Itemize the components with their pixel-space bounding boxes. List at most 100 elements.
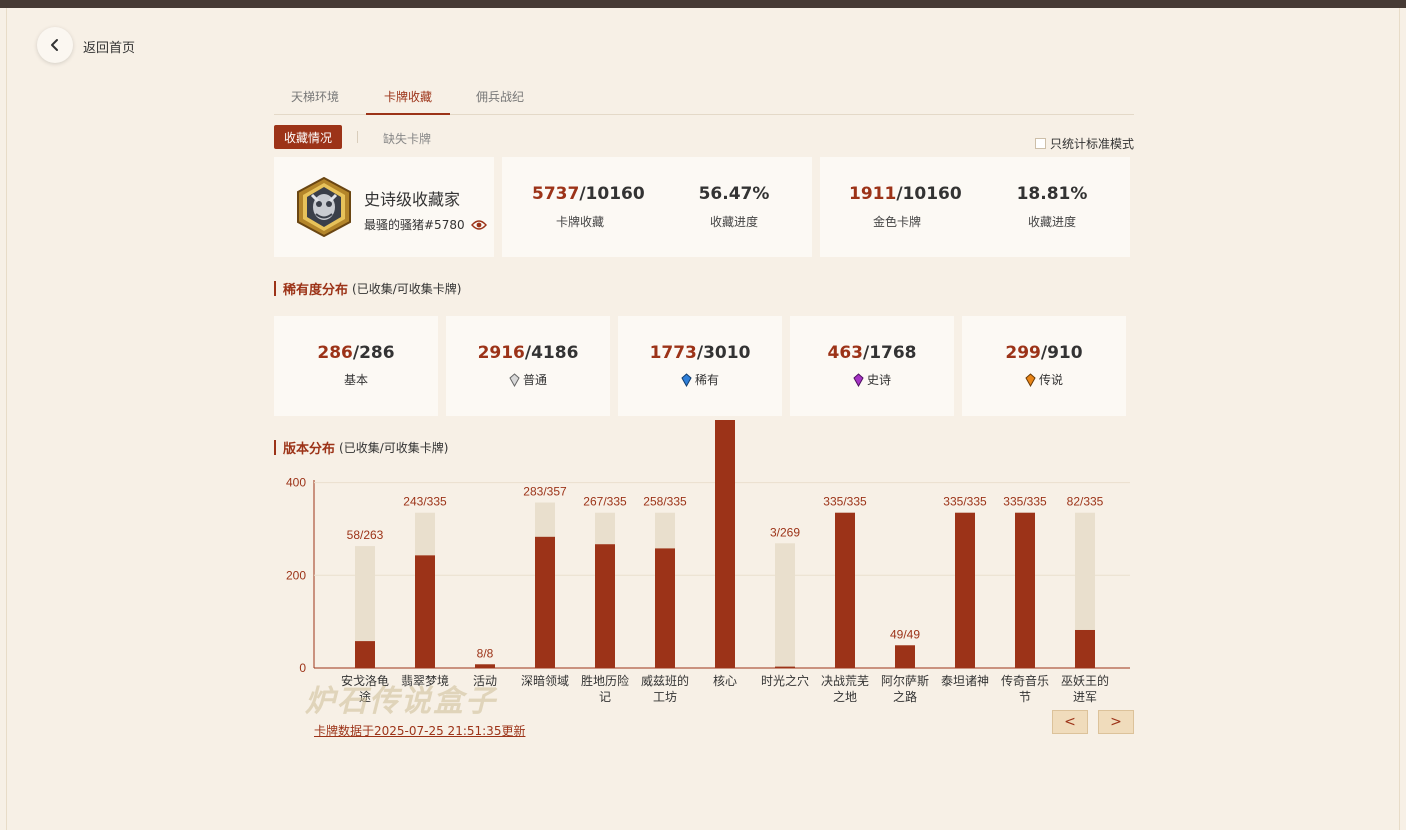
update-time-link[interactable]: 卡牌数据于2025-07-25 21:51:35更新 xyxy=(314,722,525,739)
standard-only-toggle[interactable]: 只统计标准模式 xyxy=(1035,135,1134,152)
bar-data-label: 258/335 xyxy=(643,495,687,509)
window-top-bar xyxy=(0,0,1406,8)
rarity-label: 史诗 xyxy=(866,373,891,387)
bar-collected xyxy=(475,664,495,668)
profile-card: 史诗级收藏家 最骚的骚猪#5780 xyxy=(274,157,494,257)
rarity-section-title: 稀有度分布 (已收集/可收集卡牌) xyxy=(274,279,461,298)
back-button[interactable] xyxy=(37,27,73,63)
rarity-subtitle: (已收集/可收集卡牌) xyxy=(352,282,462,296)
x-tick-label: 记 xyxy=(599,690,611,704)
rarity-total: /3010 xyxy=(696,343,751,363)
golden-progress-stat: 18.81% 收藏进度 xyxy=(1012,184,1092,230)
y-tick-label: 400 xyxy=(286,476,306,490)
prev-page-button[interactable]: < xyxy=(1052,710,1088,734)
x-tick-label: 决战荒芜 xyxy=(821,674,869,688)
rare-gem-icon xyxy=(681,372,692,387)
x-tick-label: 进军 xyxy=(1073,690,1097,704)
golden-count-label: 金色卡牌 xyxy=(872,215,921,229)
subtab-collection-status[interactable]: 收藏情况 xyxy=(274,125,342,149)
battletag: 最骚的骚猪#5780 xyxy=(364,218,465,232)
rarity-card-rare: 1773/3010 稀有 xyxy=(618,316,782,416)
subtab-divider xyxy=(357,131,358,143)
rarity-card-common: 2916/4186 普通 xyxy=(446,316,610,416)
bar-collected xyxy=(715,420,735,668)
golden-count-stat: 1911/10160 金色卡牌 xyxy=(849,184,962,230)
x-tick-label: 胜地历险 xyxy=(581,673,629,688)
card-progress-stat: 56.47% 收藏进度 xyxy=(694,184,774,230)
x-tick-label: 核心 xyxy=(713,674,737,688)
rarity-label: 基本 xyxy=(343,373,368,387)
bar-data-label: 335/335 xyxy=(823,495,867,509)
rarity-title: 稀有度分布 xyxy=(283,283,349,298)
tab-collection[interactable]: 卡牌收藏 xyxy=(366,88,451,115)
x-tick-label: 传奇音乐 xyxy=(1001,673,1049,688)
rarity-card-epic: 463/1768 史诗 xyxy=(790,316,954,416)
common-gem-icon xyxy=(509,372,520,387)
card-progress-value: 56.47% xyxy=(698,184,770,204)
section-accent-bar xyxy=(274,281,276,296)
x-tick-label: 威兹班的 xyxy=(641,673,689,688)
rarity-label: 普通 xyxy=(522,373,547,387)
bar-collected xyxy=(955,512,975,668)
golden-progress-label: 收藏进度 xyxy=(1027,215,1076,229)
bar-collected xyxy=(835,512,855,668)
x-tick-label: 之路 xyxy=(893,689,917,704)
tab-ladder[interactable]: 天梯环境 xyxy=(291,88,339,115)
golden-progress-value: 18.81% xyxy=(1016,184,1088,204)
next-page-button[interactable]: > xyxy=(1098,710,1134,734)
bar-data-label: 49/49 xyxy=(890,627,920,641)
bar-data-label: 267/335 xyxy=(583,495,627,509)
card-total-count: /10160 xyxy=(579,184,645,204)
rarity-collected: 299 xyxy=(1005,343,1041,363)
x-tick-label: 工坊 xyxy=(653,689,677,704)
epic-gem-icon xyxy=(853,372,864,387)
rarity-total: /4186 xyxy=(524,343,579,363)
bar-data-label: 8/8 xyxy=(477,646,494,660)
rarity-card-basic: 286/286 基本 xyxy=(274,316,438,416)
rarity-collected: 286 xyxy=(317,343,353,363)
rarity-collected: 2916 xyxy=(477,343,525,363)
rarity-label: 传说 xyxy=(1038,373,1063,387)
watermark-logo: 炉石传说盒子 xyxy=(305,684,497,719)
card-count-stat: 5737/10160 卡牌收藏 xyxy=(532,184,645,230)
bar-data-label: 82/335 xyxy=(1067,495,1104,509)
golden-collected-count: 1911 xyxy=(849,184,897,204)
eye-icon[interactable] xyxy=(470,219,487,231)
tab-mercenaries[interactable]: 佣兵战纪 xyxy=(476,88,524,115)
subtab-missing-cards[interactable]: 缺失卡牌 xyxy=(383,130,431,147)
collector-badge-icon xyxy=(296,176,352,238)
bar-collected xyxy=(1015,512,1035,668)
rarity-total: /1768 xyxy=(862,343,917,363)
rarity-collected: 1773 xyxy=(649,343,697,363)
battletag-row: 最骚的骚猪#5780 xyxy=(364,216,487,233)
golden-collection-summary: 1911/10160 金色卡牌 18.81% 收藏进度 xyxy=(820,157,1130,257)
x-tick-label: 之地 xyxy=(833,690,857,704)
collector-title: 史诗级收藏家 xyxy=(364,190,461,209)
standard-only-checkbox[interactable] xyxy=(1035,138,1046,149)
card-count-label: 卡牌收藏 xyxy=(555,215,604,229)
x-tick-label: 节 xyxy=(1019,690,1031,704)
rarity-label: 稀有 xyxy=(694,373,719,387)
bar-collected xyxy=(535,536,555,668)
bar-data-label: 335/335 xyxy=(1003,495,1047,509)
rarity-total: /910 xyxy=(1040,343,1083,363)
y-tick-label: 0 xyxy=(299,661,306,675)
bar-total xyxy=(775,543,795,668)
bar-data-label: 283/357 xyxy=(523,485,567,499)
set-distribution-chart: 020040058/263安戈洛龟途243/335翡翠梦境8/8活动283/35… xyxy=(286,420,1130,704)
x-tick-label: 阿尔萨斯 xyxy=(881,673,929,688)
x-tick-label: 深暗领域 xyxy=(521,673,569,688)
golden-total-count: /10160 xyxy=(896,184,962,204)
bar-collected xyxy=(415,555,435,668)
bar-collected xyxy=(595,544,615,668)
rarity-collected: 463 xyxy=(827,343,863,363)
rarity-total: /286 xyxy=(352,343,395,363)
x-tick-label: 时光之穴 xyxy=(761,673,809,688)
bar-collected xyxy=(895,645,915,668)
back-label[interactable]: 返回首页 xyxy=(83,37,135,56)
card-progress-label: 收藏进度 xyxy=(709,215,758,229)
bar-collected xyxy=(1075,629,1095,668)
x-tick-label: 泰坦诸神 xyxy=(941,674,989,688)
x-tick-label: 巫妖王的 xyxy=(1061,673,1109,688)
bar-collected xyxy=(355,641,375,668)
